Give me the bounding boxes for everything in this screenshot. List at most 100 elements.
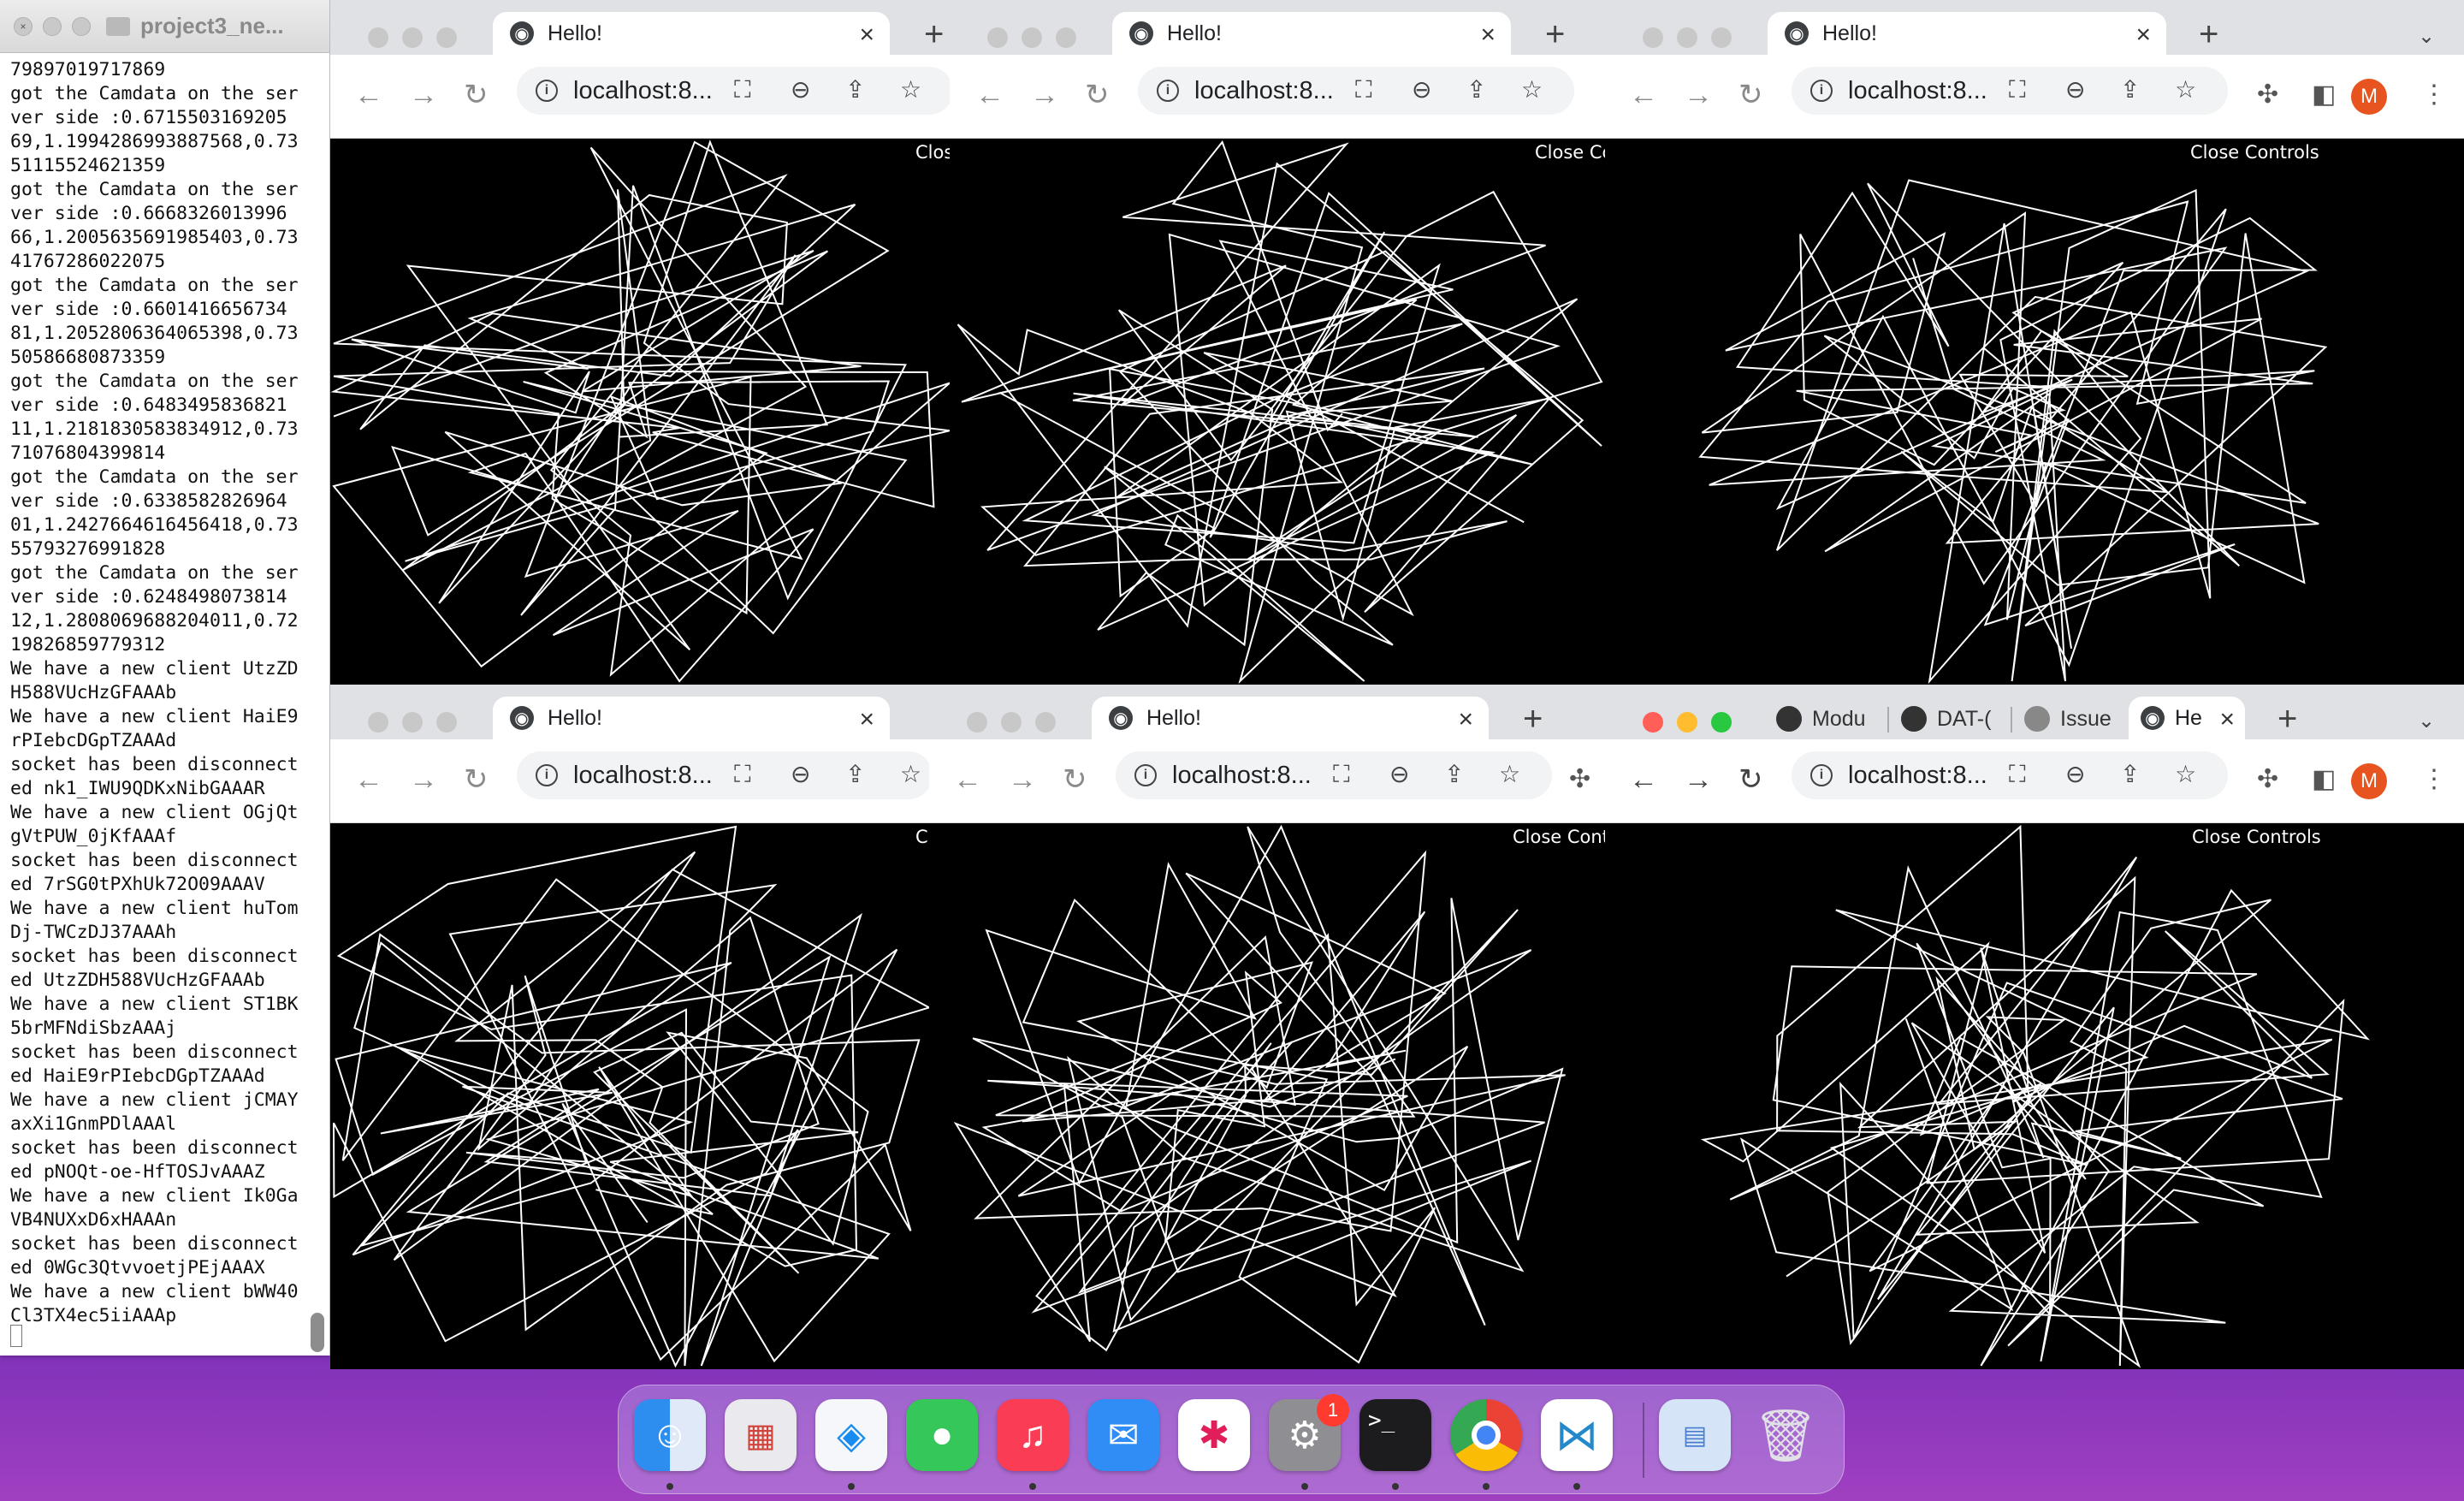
profile-avatar[interactable]: M (2351, 763, 2387, 799)
window-minimize-button[interactable] (402, 27, 423, 48)
extensions-puzzle-icon[interactable]: ✣ (1569, 765, 1590, 794)
info-icon[interactable]: i (536, 764, 558, 786)
menu-icon[interactable]: ⋮ (2421, 80, 2447, 110)
info-icon[interactable]: i (1810, 80, 1833, 102)
info-icon[interactable]: i (1134, 764, 1157, 786)
terminal-minimize-button[interactable] (43, 16, 62, 36)
reload-button[interactable]: ↻ (1085, 80, 1110, 110)
close-tab-icon[interactable]: × (859, 705, 874, 734)
forward-button[interactable]: → (1684, 765, 1713, 794)
terminal-scrollbar[interactable] (311, 1313, 324, 1352)
translate-icon[interactable]: ⛶ (1333, 762, 1350, 787)
terminal-app-icon[interactable]: >_ (1359, 1399, 1431, 1471)
reload-button[interactable]: ↻ (1063, 765, 1087, 794)
chrome-icon[interactable] (1450, 1399, 1522, 1471)
close-tab-icon[interactable]: × (1480, 21, 1496, 50)
close-tab-icon[interactable]: × (859, 21, 874, 50)
mail-envelope-icon[interactable]: ✉ (1087, 1399, 1159, 1471)
back-button[interactable]: ← (354, 80, 383, 110)
finder-icon[interactable]: ☺ (634, 1399, 706, 1471)
close-controls-button[interactable]: Clos (915, 142, 953, 163)
tab-hello[interactable]: ◉ Hello! × (1768, 12, 2166, 55)
window-minimize-button[interactable] (402, 712, 423, 733)
tab-issue[interactable]: Issue (2024, 698, 2112, 739)
terminal-output[interactable]: 79897019717869 got the Camdata on the ser… (0, 53, 310, 1337)
window-close-button[interactable] (967, 712, 987, 733)
back-button[interactable]: ← (953, 765, 982, 794)
bookmark-star-icon[interactable]: ☆ (2175, 762, 2196, 787)
address-bar[interactable]: i localhost:8... ⛶ ⊖ ⇪ ☆ (1792, 67, 2228, 115)
tab-hello[interactable]: ◉ Hello! × (1092, 697, 1489, 739)
menu-icon[interactable]: ⋮ (2421, 765, 2447, 794)
launchpad-icon[interactable]: ▦ (725, 1399, 797, 1471)
reload-button[interactable]: ↻ (464, 80, 489, 110)
bookmark-star-icon[interactable]: ☆ (2175, 77, 2196, 103)
new-tab-button[interactable]: + (2277, 702, 2297, 736)
close-controls-button[interactable]: Close Co (1535, 142, 1605, 163)
back-button[interactable]: ← (354, 765, 383, 794)
bookmark-star-icon[interactable]: ☆ (1499, 762, 1520, 787)
forward-button[interactable]: → (1684, 80, 1713, 110)
zoom-icon[interactable]: ⊖ (1412, 77, 1431, 103)
zoom-icon[interactable]: ⊖ (2065, 762, 2085, 787)
zoom-icon[interactable]: ⊖ (1389, 762, 1409, 787)
tab-search-dropdown-icon[interactable]: ⌄ (2418, 24, 2435, 49)
window-close-button[interactable] (368, 712, 388, 733)
address-bar[interactable]: i localhost:8... ⛶ ⊖ ⇪ ☆ (517, 67, 953, 115)
share-icon[interactable]: ⇪ (845, 77, 865, 103)
window-zoom-button[interactable] (436, 27, 457, 48)
info-icon[interactable]: i (536, 80, 558, 102)
window-minimize-button[interactable] (1677, 27, 1697, 48)
three-canvas[interactable]: C (330, 823, 933, 1369)
close-controls-button[interactable]: Close Controls (2190, 142, 2319, 163)
side-panel-icon[interactable]: ◧ (2312, 80, 2336, 110)
reload-button[interactable]: ↻ (1738, 80, 1763, 110)
translate-icon[interactable]: ⛶ (2009, 762, 2026, 787)
translate-icon[interactable]: ⛶ (1355, 77, 1372, 103)
window-minimize-button[interactable] (1677, 712, 1697, 733)
window-close-button[interactable] (1643, 712, 1663, 733)
translate-icon[interactable]: ⛶ (734, 77, 751, 103)
close-tab-icon[interactable]: × (2219, 705, 2235, 734)
reload-button[interactable]: ↻ (464, 765, 489, 794)
new-tab-button[interactable]: + (1523, 702, 1543, 736)
profile-avatar[interactable]: M (2351, 79, 2387, 115)
translate-icon[interactable]: ⛶ (2009, 77, 2026, 103)
window-zoom-button[interactable] (1711, 712, 1732, 733)
bookmark-star-icon[interactable]: ☆ (1521, 77, 1543, 103)
new-tab-button[interactable]: + (2199, 17, 2218, 51)
window-minimize-button[interactable] (1022, 27, 1042, 48)
three-canvas[interactable]: Close Controls (1605, 823, 2464, 1369)
forward-button[interactable]: → (409, 765, 438, 794)
window-zoom-button[interactable] (1711, 27, 1732, 48)
new-tab-button[interactable]: + (924, 17, 944, 51)
back-button[interactable]: ← (1629, 80, 1658, 110)
downloads-stack-icon[interactable]: ▤ (1659, 1399, 1731, 1471)
tab-search-dropdown-icon[interactable]: ⌄ (2418, 709, 2435, 733)
address-bar[interactable]: i localhost:8... ⛶ ⊖ ⇪ ☆ (517, 751, 933, 799)
music-note-icon[interactable]: ♫ (997, 1399, 1069, 1471)
window-close-button[interactable] (987, 27, 1008, 48)
tab-dat[interactable]: DAT-( (1901, 698, 1991, 739)
zoom-icon[interactable]: ⊖ (791, 762, 810, 787)
extensions-puzzle-icon[interactable]: ✣ (2257, 765, 2278, 794)
address-bar[interactable]: i localhost:8... ⛶ ⊖ ⇪ ☆ (1792, 751, 2228, 799)
window-zoom-button[interactable] (436, 712, 457, 733)
share-icon[interactable]: ⇪ (2120, 762, 2140, 787)
share-icon[interactable]: ⇪ (2120, 77, 2140, 103)
address-bar[interactable]: i localhost:8... ⛶ ⊖ ⇪ ☆ (1116, 751, 1552, 799)
messages-bubble-icon[interactable]: ● (906, 1399, 978, 1471)
forward-button[interactable]: → (409, 80, 438, 110)
back-button[interactable]: ← (975, 80, 1004, 110)
bookmark-star-icon[interactable]: ☆ (900, 77, 921, 103)
terminal-zoom-button[interactable] (72, 16, 91, 36)
window-minimize-button[interactable] (1001, 712, 1022, 733)
side-panel-icon[interactable]: ◧ (2312, 765, 2336, 794)
window-zoom-button[interactable] (1056, 27, 1076, 48)
system-preferences-gear-icon[interactable]: ⚙ 1 (1269, 1394, 1349, 1471)
close-controls-button[interactable]: C (915, 827, 928, 847)
three-canvas[interactable]: Close Contr (929, 823, 1605, 1369)
bookmark-star-icon[interactable]: ☆ (900, 762, 921, 787)
share-icon[interactable]: ⇪ (845, 762, 865, 787)
three-canvas[interactable]: Close Co (950, 139, 1605, 685)
